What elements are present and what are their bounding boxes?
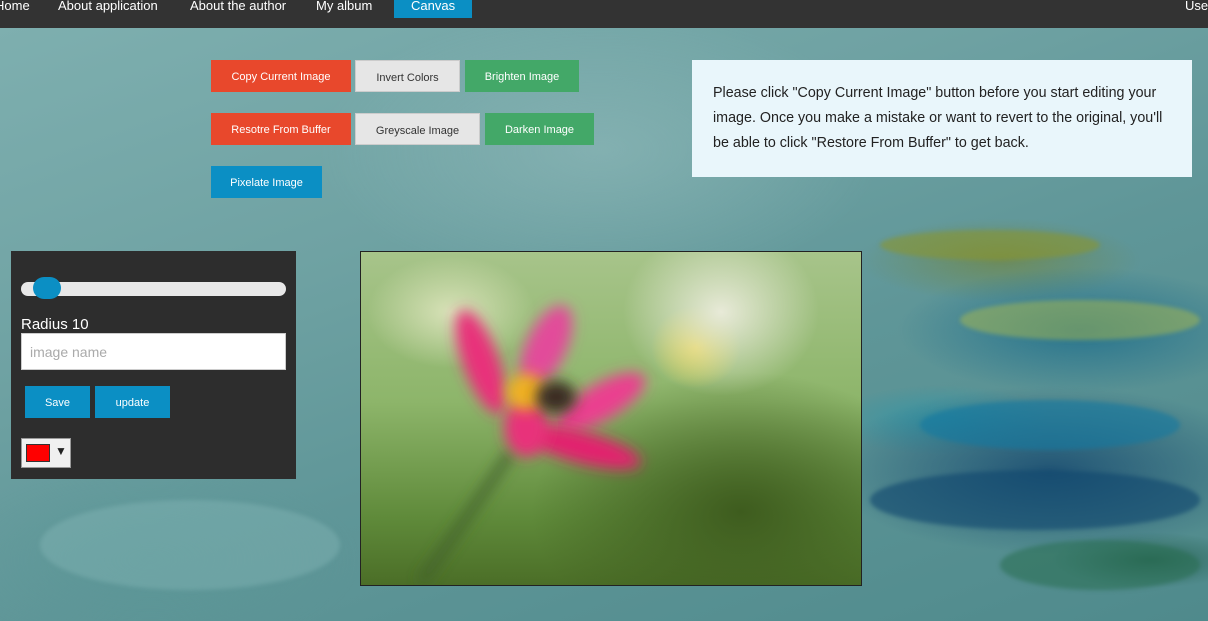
- nav-about-application[interactable]: About application: [58, 0, 158, 18]
- nav-my-album[interactable]: My album: [316, 0, 372, 18]
- nav-canvas[interactable]: Canvas: [394, 0, 473, 18]
- restore-from-buffer-button[interactable]: Resotre From Buffer: [211, 113, 351, 145]
- nav-home[interactable]: Home: [0, 0, 30, 18]
- radius-label: Radius 10: [21, 316, 89, 333]
- radius-slider-handle[interactable]: [33, 277, 61, 299]
- brush-control-panel: Radius 10 Save update ▼: [11, 251, 296, 479]
- copy-current-image-button[interactable]: Copy Current Image: [211, 60, 351, 92]
- color-swatch: [26, 444, 50, 462]
- save-button[interactable]: Save: [25, 386, 90, 418]
- invert-colors-button[interactable]: Invert Colors: [355, 60, 460, 92]
- dropdown-caret-icon: ▼: [55, 444, 67, 458]
- instructions-notice: Please click "Copy Current Image" button…: [692, 60, 1192, 177]
- flower-photo: [417, 305, 646, 585]
- nav-about-author[interactable]: About the author: [190, 0, 286, 18]
- pixelate-image-button[interactable]: Pixelate Image: [211, 166, 322, 198]
- greyscale-image-button[interactable]: Greyscale Image: [355, 113, 480, 145]
- image-name-input[interactable]: [21, 333, 286, 370]
- update-button[interactable]: update: [95, 386, 170, 418]
- brighten-image-button[interactable]: Brighten Image: [465, 60, 579, 92]
- color-picker[interactable]: ▼: [21, 438, 71, 468]
- darken-image-button[interactable]: Darken Image: [485, 113, 594, 145]
- nav-user[interactable]: User: [1185, 0, 1208, 18]
- image-canvas[interactable]: [360, 251, 862, 586]
- top-nav: Home About application About the author …: [0, 0, 1208, 28]
